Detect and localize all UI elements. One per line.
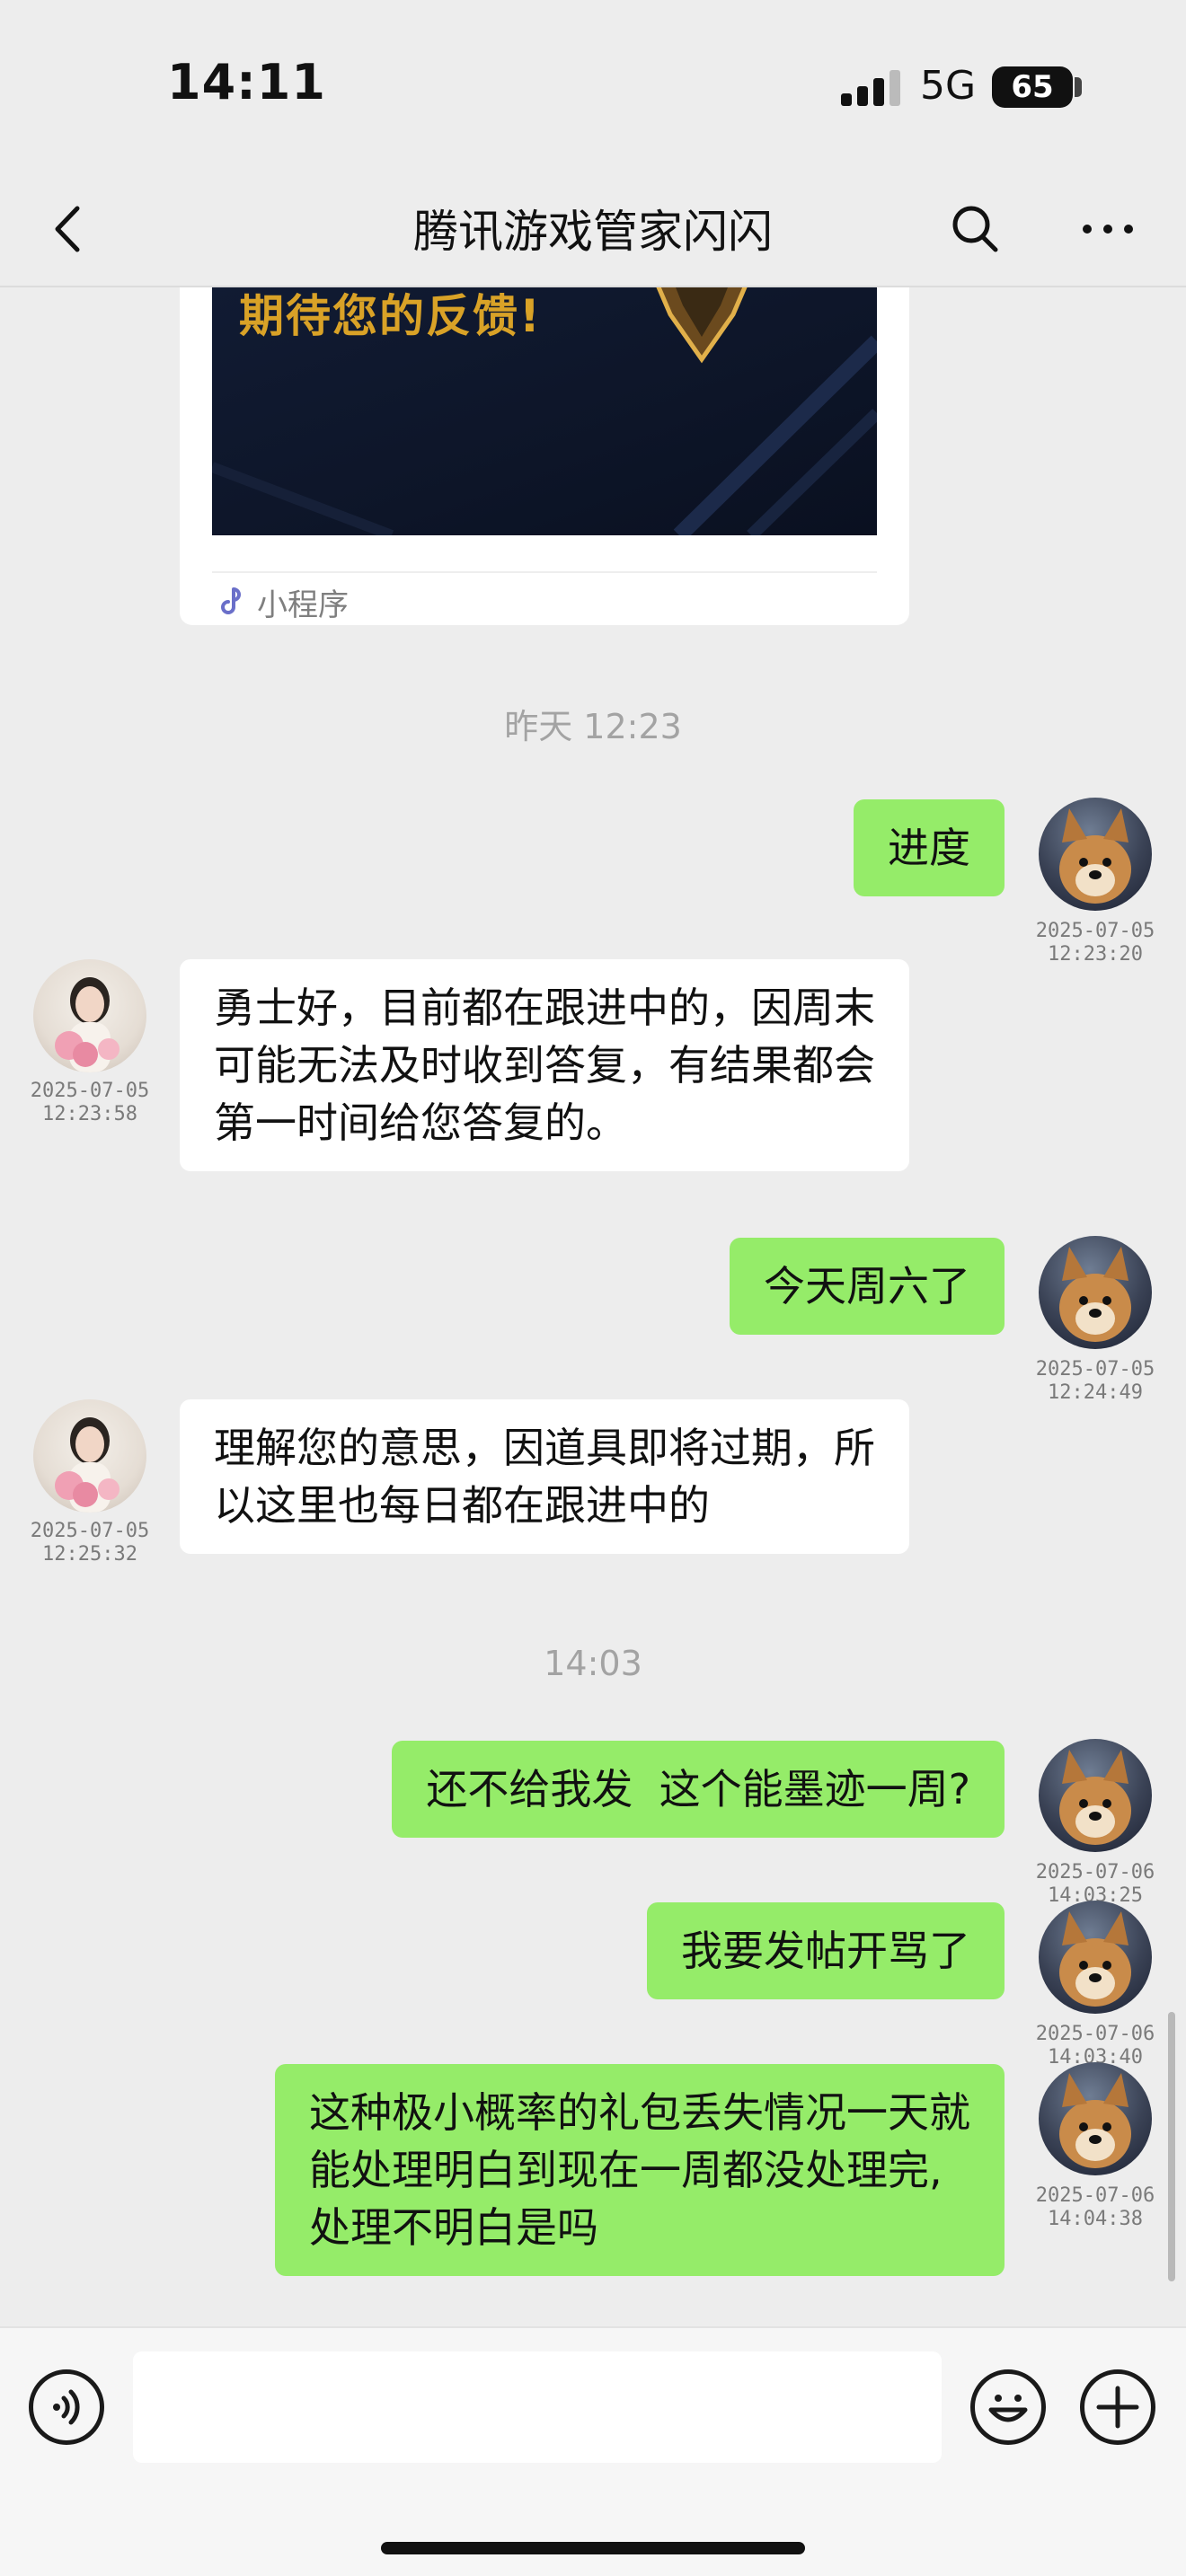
avatar[interactable] xyxy=(1039,798,1152,911)
avatar[interactable] xyxy=(1039,2062,1152,2175)
search-icon[interactable] xyxy=(943,198,1006,260)
avatar[interactable] xyxy=(33,959,146,1072)
received-message[interactable]: 勇士好，目前都在跟进中的，因周末 可能无法及时收到答复，有结果都会 第一时间给您… xyxy=(180,959,909,1171)
message-timestamp: 2025-07-05 12:24:49 xyxy=(1035,1358,1155,1404)
network-type: 5G xyxy=(920,63,977,109)
chat-title: 腾讯游戏管家闪闪 xyxy=(413,206,773,258)
time-separator: 14:03 xyxy=(544,1644,642,1683)
message-input[interactable] xyxy=(133,2351,942,2463)
time-separator: 昨天 12:23 xyxy=(504,707,682,746)
message-timestamp: 2025-07-05 12:25:32 xyxy=(30,1520,150,1566)
chevron-left-icon[interactable] xyxy=(38,198,101,260)
input-bar xyxy=(0,2326,1186,2576)
message-line: 以这里也每日都在跟进中的 xyxy=(214,1481,710,1530)
sent-message[interactable]: 今天周六了 xyxy=(730,1238,1005,1335)
divider xyxy=(212,571,877,573)
dog-avatar-icon xyxy=(1059,1247,1131,1342)
signal-icon xyxy=(841,70,900,106)
message-text: 进度 xyxy=(888,824,970,872)
message-text: 还不给我发 这个能墨迹一周? xyxy=(426,1765,970,1813)
message-line: 能处理明白到现在一周都没处理完, xyxy=(309,2146,943,2194)
avatar[interactable] xyxy=(33,1399,146,1513)
message-text: 我要发帖开骂了 xyxy=(681,1927,970,1975)
avatar[interactable] xyxy=(1039,1236,1152,1349)
message-line: 这种极小概率的礼包丢失情况一天就 xyxy=(309,2088,970,2137)
message-line: 第一时间给您答复的。 xyxy=(214,1098,627,1147)
message-line: 可能无法及时收到答复，有结果都会 xyxy=(214,1041,875,1090)
avatar[interactable] xyxy=(1039,1901,1152,2014)
message-line: 勇士好，目前都在跟进中的，因周末 xyxy=(214,984,875,1032)
sent-message[interactable]: 进度 xyxy=(854,799,1005,896)
message-line: 理解您的意思，因道具即将过期，所 xyxy=(214,1424,875,1472)
dog-avatar-icon xyxy=(1059,1750,1131,1845)
sent-message[interactable]: 还不给我发 这个能墨迹一周? xyxy=(392,1741,1005,1838)
mini-program-image: 期待您的反馈! xyxy=(212,287,877,535)
dog-avatar-icon xyxy=(1059,2073,1131,2168)
girl-avatar-icon xyxy=(55,977,119,1072)
mini-program-icon xyxy=(221,587,241,614)
message-timestamp: 2025-07-05 12:23:20 xyxy=(1035,920,1155,966)
dog-avatar-icon xyxy=(1059,1911,1131,2007)
battery-icon: 65 xyxy=(992,66,1073,108)
message-text: 今天周六了 xyxy=(764,1262,970,1310)
sent-message[interactable]: 我要发帖开骂了 xyxy=(647,1902,1005,1999)
status-time: 14:11 xyxy=(167,54,326,110)
received-message[interactable]: 理解您的意思，因道具即将过期，所 以这里也每日都在跟进中的 xyxy=(180,1399,909,1554)
girl-avatar-icon xyxy=(55,1417,119,1513)
scrollbar[interactable] xyxy=(1168,2012,1175,2281)
emoji-icon[interactable] xyxy=(970,2369,1046,2445)
mini-program-card[interactable]: 期待您的反馈! 小程序 xyxy=(180,287,909,625)
battery-tip xyxy=(1075,77,1082,97)
decorative-lines xyxy=(212,335,877,535)
avatar[interactable] xyxy=(1039,1739,1152,1852)
status-bar: 14:11 5G 65 xyxy=(0,0,1186,171)
more-icon[interactable] xyxy=(1076,198,1139,260)
nav-bar: 腾讯游戏管家闪闪 xyxy=(0,171,1186,287)
chat-screen: 14:11 5G 65 腾讯游戏管家闪闪 期待您的反馈! 小程序 昨天 12:2… xyxy=(0,0,1186,2576)
message-line: 处理不明白是吗 xyxy=(309,2203,598,2252)
sent-message[interactable]: 这种极小概率的礼包丢失情况一天就 能处理明白到现在一周都没处理完, 处理不明白是… xyxy=(275,2064,1005,2276)
mini-program-label: 小程序 xyxy=(257,587,349,623)
message-timestamp: 2025-07-06 14:04:38 xyxy=(1035,2184,1155,2230)
plus-icon[interactable] xyxy=(1080,2369,1155,2445)
home-indicator xyxy=(381,2542,805,2554)
dog-avatar-icon xyxy=(1059,808,1131,904)
voice-icon[interactable] xyxy=(29,2369,104,2445)
message-timestamp: 2025-07-05 12:23:58 xyxy=(30,1080,150,1125)
